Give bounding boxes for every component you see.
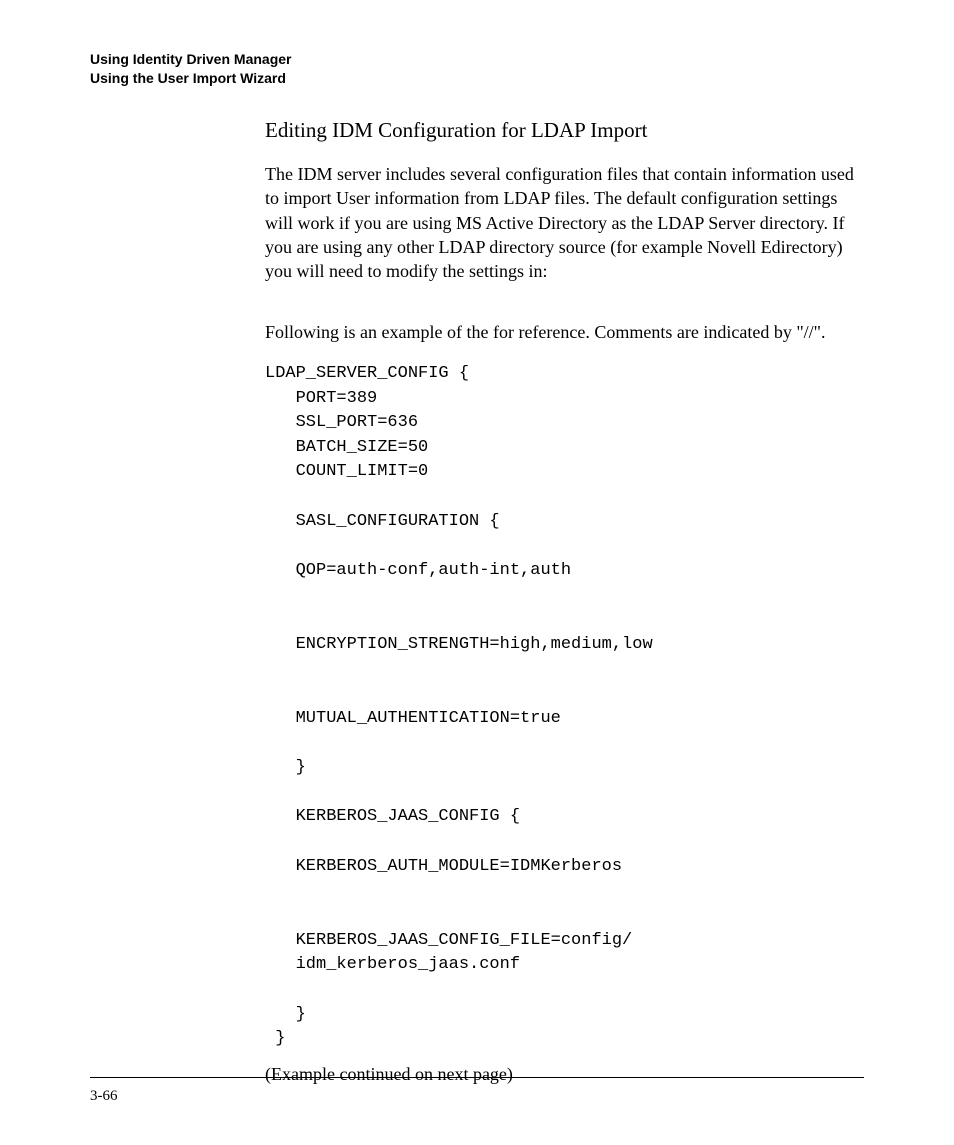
running-header-line2: Using the User Import Wizard	[90, 69, 864, 88]
intro-text-a: The IDM server includes several configur…	[265, 164, 854, 281]
intro-paragraph: The IDM server includes several configur…	[265, 162, 864, 283]
config-code-block: LDAP_SERVER_CONFIG { PORT=389 SSL_PORT=6…	[265, 362, 864, 1052]
example-intro-a: Following is an example of the	[265, 322, 493, 342]
running-header-line1: Using Identity Driven Manager	[90, 50, 864, 69]
example-intro-b: for reference. Comments are indicated by…	[493, 322, 826, 342]
main-content: Editing IDM Configuration for LDAP Impor…	[265, 116, 864, 1086]
intro-text-b: settings in:	[469, 261, 548, 281]
page-number: 3-66	[90, 1088, 118, 1104]
page-footer: 3-66	[90, 1077, 864, 1105]
running-header: Using Identity Driven Manager Using the …	[90, 50, 864, 88]
section-title: Editing IDM Configuration for LDAP Impor…	[265, 116, 864, 144]
example-intro-paragraph: Following is an example of the for refer…	[265, 320, 864, 344]
